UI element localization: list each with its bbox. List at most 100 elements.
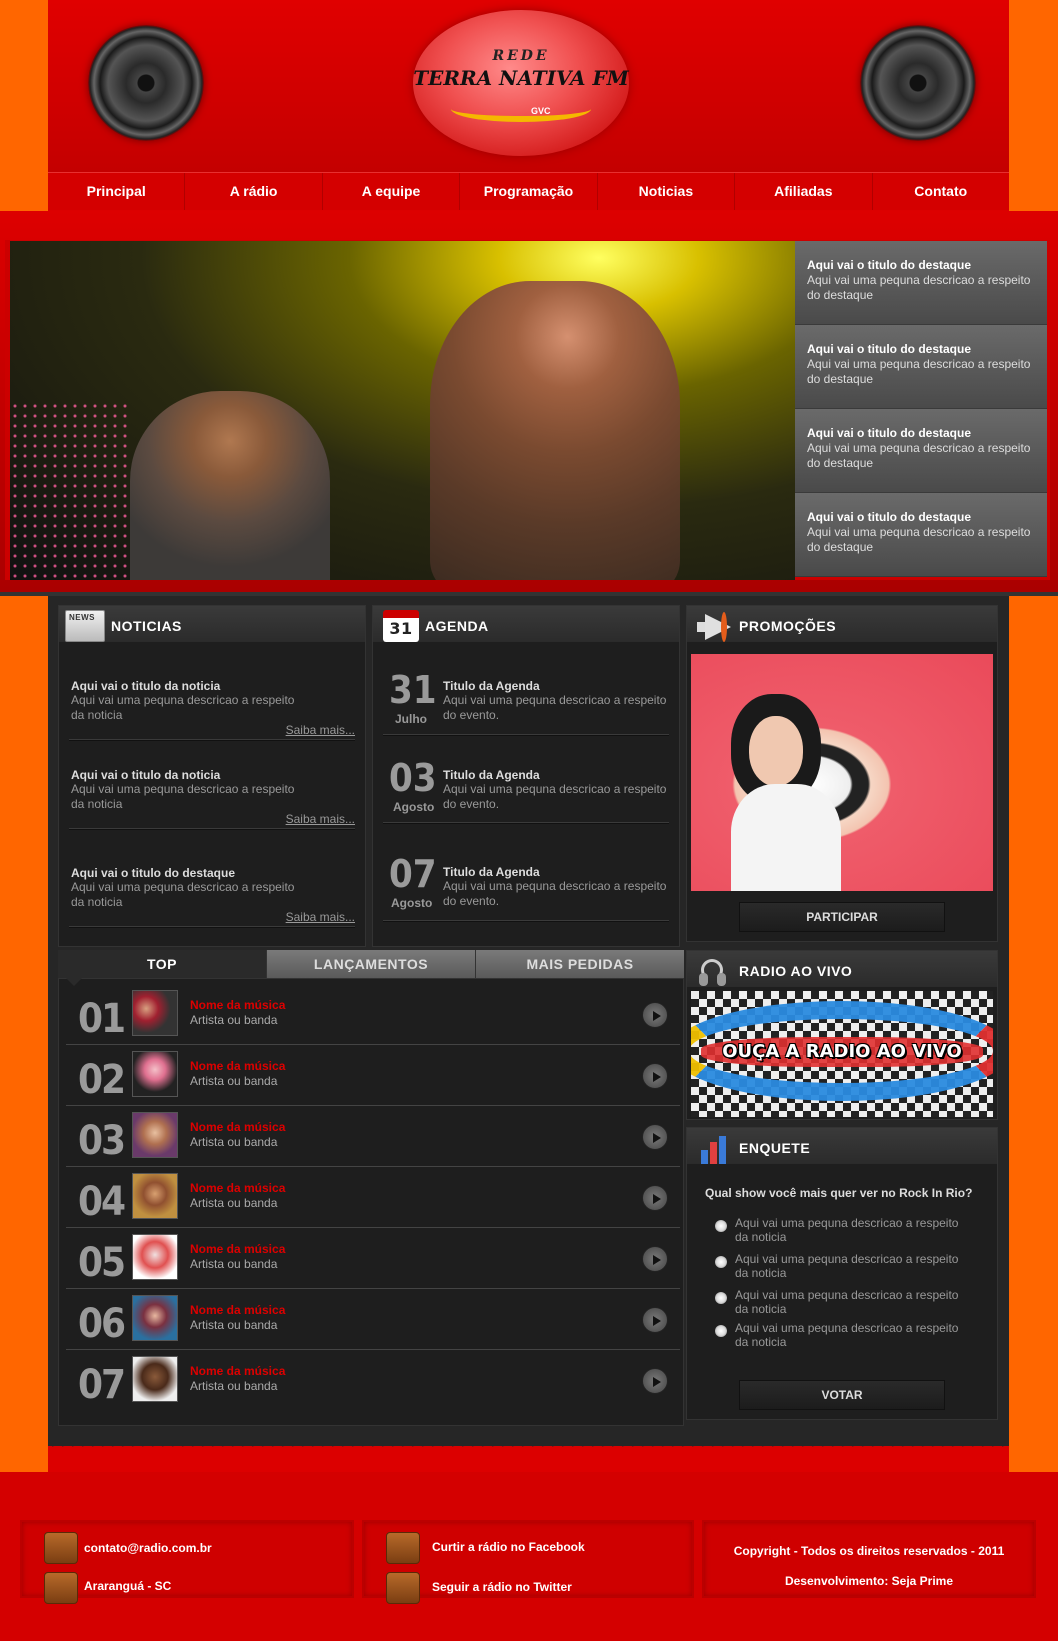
logo-top-text: REDE xyxy=(492,48,550,64)
divider xyxy=(383,822,669,824)
slider-feature[interactable]: Aqui vai o titulo do destaque Aqui vai u… xyxy=(795,409,1047,493)
play-icon[interactable] xyxy=(642,1307,668,1333)
footer-email[interactable]: contato@radio.com.br xyxy=(84,1541,212,1555)
bar-chart-bar xyxy=(701,1150,708,1164)
poll-option-label[interactable]: Aqui vai uma pequna descricao a respeito… xyxy=(735,1288,975,1316)
site-logo[interactable]: REDE TERRA NATIVA FM GVC xyxy=(413,10,629,156)
play-icon[interactable] xyxy=(642,1063,668,1089)
news-item[interactable]: Aqui vai o titulo da noticia Aqui vai um… xyxy=(71,768,311,812)
agenda-item-desc: Aqui vai uma pequna descricao a respeito… xyxy=(443,879,667,908)
footer-contact-box: contato@radio.com.br Araranguá - SC xyxy=(20,1520,354,1604)
megaphone-cone xyxy=(705,614,731,640)
news-desc: Aqui vai uma pequna descricao a respeito… xyxy=(71,693,295,722)
nav-item-programacao[interactable]: Programação xyxy=(460,173,598,210)
agenda-item[interactable]: Titulo da Agenda Aqui vai uma pequna des… xyxy=(443,679,673,723)
facebook-icon[interactable] xyxy=(386,1532,420,1564)
header: REDE TERRA NATIVA FM GVC Principal A rád… xyxy=(48,0,1009,210)
nav-item-a-equipe[interactable]: A equipe xyxy=(323,173,461,210)
agenda-day: 07 xyxy=(389,852,437,896)
saiba-mais-link[interactable]: Saiba mais... xyxy=(286,723,355,737)
poll-option-label[interactable]: Aqui vai uma pequna descricao a respeito… xyxy=(735,1321,975,1349)
nav-item-noticias[interactable]: Noticias xyxy=(598,173,736,210)
track-song: Nome da música xyxy=(190,1120,286,1134)
news-desc: Aqui vai uma pequna descricao a respeito… xyxy=(71,880,295,909)
slider-feature[interactable]: Aqui vai o titulo do destaque Aqui vai u… xyxy=(795,241,1047,325)
twitter-bird-icon[interactable] xyxy=(386,1572,420,1604)
singer-right-graphic xyxy=(430,281,680,580)
agenda-item[interactable]: Titulo da Agenda Aqui vai uma pequna des… xyxy=(443,768,673,812)
newspaper-icon-label: NEWS xyxy=(69,613,95,622)
table-row[interactable]: 04 Nome da música Artista ou banda xyxy=(66,1167,680,1228)
play-icon[interactable] xyxy=(642,1002,668,1028)
nav-item-contato[interactable]: Contato xyxy=(873,173,1009,210)
footer-twitter-link[interactable]: Seguir a rádio no Twitter xyxy=(432,1580,572,1594)
agenda-item-desc: Aqui vai uma pequna descricao a respeito… xyxy=(443,782,667,811)
hero-image[interactable] xyxy=(10,241,795,580)
tab-top[interactable]: TOP xyxy=(58,950,266,978)
track-artist: Artista ou banda xyxy=(190,1257,278,1271)
news-desc: Aqui vai uma pequna descricao a respeito… xyxy=(71,782,295,811)
track-artist: Artista ou banda xyxy=(190,1135,278,1149)
headphones-cup-right xyxy=(717,973,726,986)
singer-left-graphic xyxy=(130,391,330,580)
play-icon[interactable] xyxy=(642,1368,668,1394)
play-icon[interactable] xyxy=(642,1246,668,1272)
main-nav: Principal A rádio A equipe Programação N… xyxy=(48,172,1009,210)
poll-option-radio[interactable] xyxy=(715,1292,727,1304)
headphones-icon xyxy=(693,955,733,987)
divider xyxy=(69,739,355,741)
divider xyxy=(69,926,355,928)
table-row[interactable]: 07 Nome da música Artista ou banda xyxy=(66,1350,680,1411)
feature-title: Aqui vai o titulo do destaque xyxy=(807,510,972,524)
track-artist: Artista ou banda xyxy=(190,1196,278,1210)
play-icon[interactable] xyxy=(642,1124,668,1150)
votar-button[interactable]: VOTAR xyxy=(739,1380,945,1410)
agenda-box: 31 AGENDA 31 Julho Titulo da Agenda Aqui… xyxy=(372,605,680,947)
track-rank: 02 xyxy=(78,1057,126,1103)
table-row[interactable]: 05 Nome da música Artista ou banda xyxy=(66,1228,680,1289)
feature-desc: Aqui vai uma pequna descricao a respeito… xyxy=(807,357,1031,386)
megaphone-icon xyxy=(693,610,733,642)
play-icon[interactable] xyxy=(642,1185,668,1211)
divider xyxy=(69,828,355,830)
poll-option-radio[interactable] xyxy=(715,1325,727,1337)
footer-facebook-link[interactable]: Curtir a rádio no Facebook xyxy=(432,1540,585,1554)
logo-sub-text: GVC xyxy=(531,106,551,116)
enquete-title: ENQUETE xyxy=(739,1140,811,1156)
news-item[interactable]: Aqui vai o titulo da noticia Aqui vai um… xyxy=(71,679,311,723)
slider-feature[interactable]: Aqui vai o titulo do destaque Aqui vai u… xyxy=(795,325,1047,409)
table-row[interactable]: 01 Nome da música Artista ou banda xyxy=(66,984,680,1045)
poll-option-radio[interactable] xyxy=(715,1256,727,1268)
speaker-left-image xyxy=(88,25,204,141)
table-row[interactable]: 03 Nome da música Artista ou banda xyxy=(66,1106,680,1167)
poll-option-label[interactable]: Aqui vai uma pequna descricao a respeito… xyxy=(735,1216,975,1244)
poll-option-radio[interactable] xyxy=(715,1220,727,1232)
poll-option-label[interactable]: Aqui vai uma pequna descricao a respeito… xyxy=(735,1252,975,1280)
footer-copyright-box: Copyright - Todos os direitos reservados… xyxy=(702,1520,1036,1598)
slider-feature-list: Aqui vai o titulo do destaque Aqui vai u… xyxy=(795,241,1047,580)
track-thumbnail xyxy=(132,1173,178,1219)
track-rank: 07 xyxy=(78,1362,126,1408)
promo-image[interactable] xyxy=(691,654,993,891)
location-pin-icon xyxy=(44,1572,78,1604)
participar-button[interactable]: PARTICIPAR xyxy=(739,902,945,932)
footer-copyright: Copyright - Todos os direitos reservados… xyxy=(733,1544,1005,1558)
agenda-month: Agosto xyxy=(391,896,433,910)
radio-live-banner[interactable]: OUÇA A RADIO AO VIVO xyxy=(691,991,993,1117)
table-row[interactable]: 02 Nome da música Artista ou banda xyxy=(66,1045,680,1106)
news-item[interactable]: Aqui vai o titulo do destaque Aqui vai u… xyxy=(71,866,311,910)
noticias-title: NOTICIAS xyxy=(111,618,182,634)
feature-desc: Aqui vai uma pequna descricao a respeito… xyxy=(807,525,1031,554)
nav-item-afiliadas[interactable]: Afiliadas xyxy=(735,173,873,210)
agenda-item[interactable]: Titulo da Agenda Aqui vai uma pequna des… xyxy=(443,865,673,909)
saiba-mais-link[interactable]: Saiba mais... xyxy=(286,812,355,826)
saiba-mais-link[interactable]: Saiba mais... xyxy=(286,910,355,924)
nav-item-a-radio[interactable]: A rádio xyxy=(185,173,323,210)
tab-mais-pedidas[interactable]: MAIS PEDIDAS xyxy=(475,950,684,978)
table-row[interactable]: 06 Nome da música Artista ou banda xyxy=(66,1289,680,1350)
news-title: Aqui vai o titulo da noticia xyxy=(71,768,221,782)
nav-item-principal[interactable]: Principal xyxy=(48,173,186,210)
tab-lancamentos[interactable]: LANÇAMENTOS xyxy=(266,950,475,978)
slider-feature[interactable]: Aqui vai o titulo do destaque Aqui vai u… xyxy=(795,493,1047,577)
track-rank: 06 xyxy=(78,1301,126,1347)
